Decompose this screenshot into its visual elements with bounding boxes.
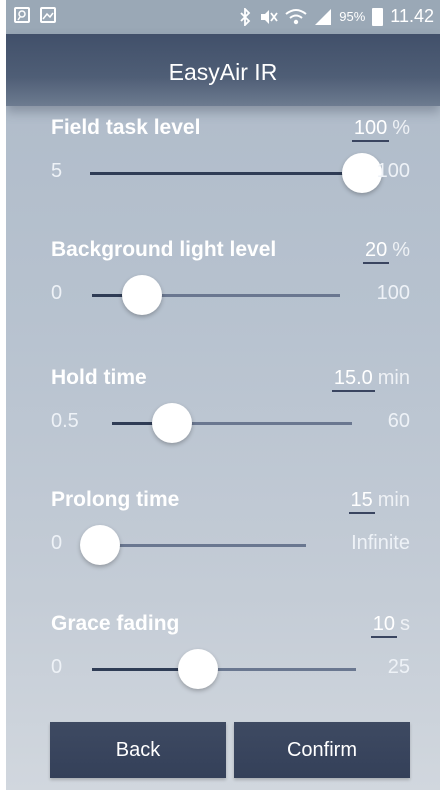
setting-grace-fading: Grace fading 10 s 0 25 bbox=[6, 612, 440, 732]
setting-unit: min bbox=[377, 489, 410, 511]
setting-label: Prolong time bbox=[51, 488, 180, 511]
slider-max-label: Infinite bbox=[351, 532, 410, 554]
setting-label: Field task level bbox=[51, 116, 201, 139]
app-screen: 95% 11.42 EasyAir IR Field task level 10… bbox=[6, 0, 440, 790]
setting-value-input[interactable]: 100 bbox=[351, 116, 390, 142]
slider-fill bbox=[90, 172, 362, 175]
confirm-button[interactable]: Confirm bbox=[234, 722, 410, 778]
slider-max-label: 100 bbox=[376, 160, 410, 182]
setting-prolong-time: Prolong time 15 min 0 Infinite bbox=[6, 488, 440, 608]
slider-thumb[interactable] bbox=[152, 403, 192, 443]
slider-track[interactable] bbox=[92, 668, 356, 671]
setting-value-input[interactable]: 15.0 bbox=[331, 366, 375, 392]
battery-icon bbox=[372, 7, 384, 26]
slider-thumb[interactable] bbox=[80, 525, 120, 565]
status-bar: 95% 11.42 bbox=[6, 0, 440, 34]
image-notification-icon bbox=[40, 7, 56, 23]
slider-max-label: 60 bbox=[387, 410, 410, 432]
setting-unit: % bbox=[392, 239, 410, 261]
setting-hold-time: Hold time 15.0 min 0.5 60 bbox=[6, 366, 440, 486]
slider-min-label: 0 bbox=[51, 282, 63, 304]
setting-background-light-level: Background light level 20% 0 100 bbox=[6, 238, 440, 358]
app-title-bar: EasyAir IR bbox=[6, 34, 440, 106]
slider-max-label: 100 bbox=[376, 282, 410, 304]
slider-track[interactable] bbox=[100, 544, 306, 547]
setting-value-input[interactable]: 10 bbox=[370, 612, 397, 638]
clock: 11.42 bbox=[390, 6, 434, 26]
slider-min-label: 0.5 bbox=[51, 410, 79, 432]
setting-value-input[interactable]: 20 bbox=[362, 238, 390, 264]
slider-min-label: 5 bbox=[51, 160, 63, 182]
slider-min-label: 0 bbox=[51, 656, 63, 678]
signal-icon bbox=[315, 8, 332, 25]
wifi-icon bbox=[285, 8, 307, 24]
setting-label: Background light level bbox=[51, 238, 277, 261]
slider-track[interactable] bbox=[112, 422, 352, 425]
mute-icon bbox=[261, 9, 278, 24]
battery-percent: 95% bbox=[339, 9, 366, 24]
setting-unit: min bbox=[377, 367, 410, 389]
search-notification-icon bbox=[14, 7, 30, 23]
slider-thumb[interactable] bbox=[177, 649, 218, 689]
slider-min-label: 0 bbox=[51, 532, 63, 554]
setting-value-input[interactable]: 15 bbox=[348, 488, 375, 514]
back-button[interactable]: Back bbox=[50, 722, 226, 778]
slider-track[interactable] bbox=[90, 172, 362, 175]
setting-label: Hold time bbox=[51, 366, 147, 389]
slider-max-label: 25 bbox=[387, 656, 410, 678]
setting-unit: s bbox=[400, 613, 410, 635]
setting-field-task-level: Field task level 100% 5 100 bbox=[6, 116, 440, 236]
setting-unit: % bbox=[392, 117, 410, 139]
app-title: EasyAir IR bbox=[168, 59, 278, 85]
slider-thumb[interactable] bbox=[121, 275, 162, 315]
setting-label: Grace fading bbox=[51, 612, 180, 635]
bluetooth-icon bbox=[240, 7, 251, 26]
